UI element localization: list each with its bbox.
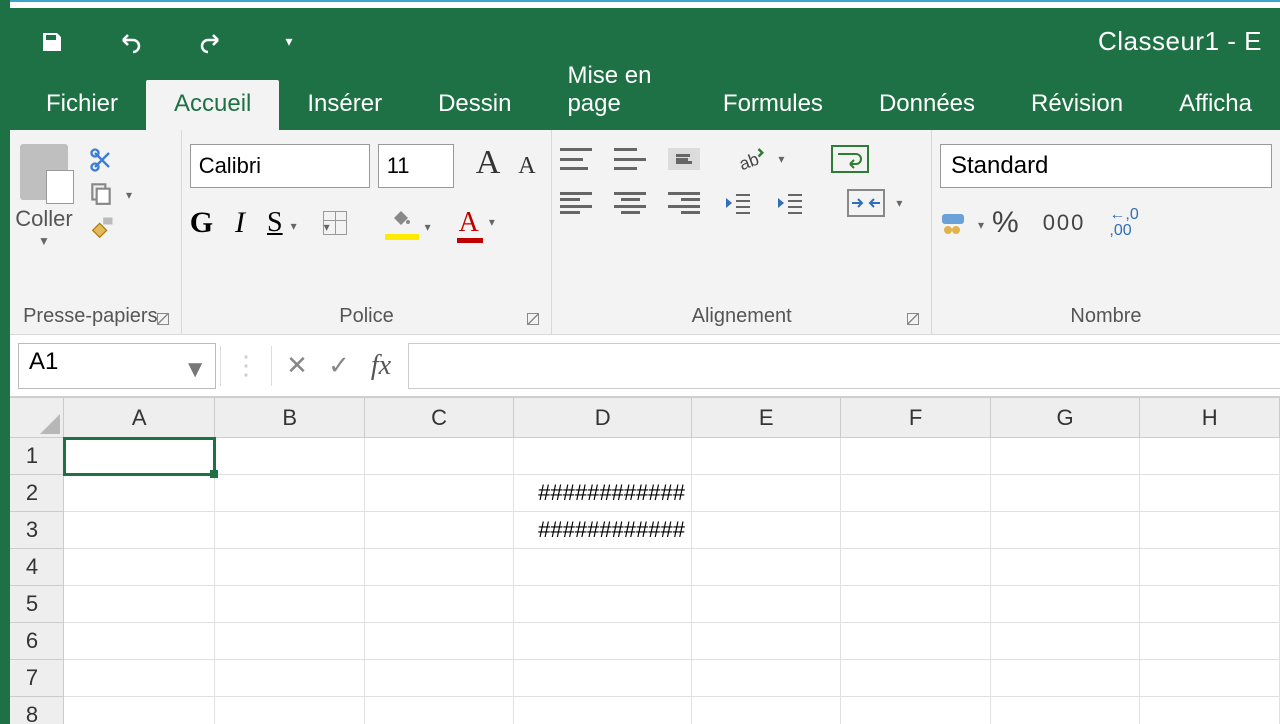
- name-box[interactable]: A1▼: [18, 343, 216, 389]
- cell-D3[interactable]: ############: [514, 512, 692, 549]
- font-color-button[interactable]: A: [459, 207, 479, 239]
- cell-H2[interactable]: [1140, 475, 1280, 512]
- col-header-C[interactable]: C: [364, 398, 513, 438]
- cell-C3[interactable]: [364, 512, 513, 549]
- align-left-button[interactable]: [560, 192, 592, 214]
- col-header-E[interactable]: E: [691, 398, 840, 438]
- cell-A1[interactable]: [64, 438, 215, 475]
- insert-function-button[interactable]: fx: [360, 350, 402, 382]
- bold-button[interactable]: G: [190, 206, 213, 240]
- group-clipboard-label: Presse-papiers: [23, 305, 158, 327]
- wrap-text-button[interactable]: [830, 144, 870, 174]
- align-top-button[interactable]: [560, 148, 592, 170]
- svg-text:ab: ab: [737, 149, 762, 174]
- paste-label: Coller: [15, 206, 72, 231]
- group-align-label: Alignement: [692, 305, 792, 327]
- tab-revision[interactable]: Révision: [1003, 80, 1151, 130]
- tab-formules[interactable]: Formules: [695, 80, 851, 130]
- formula-bar: A1▼ ⋮ ✕ ✓ fx: [0, 335, 1280, 397]
- tab-affichage[interactable]: Afficha: [1151, 80, 1280, 130]
- tab-inserer[interactable]: Insérer: [279, 80, 410, 130]
- redo-icon[interactable]: [198, 30, 222, 54]
- merge-center-button[interactable]: [846, 188, 886, 218]
- percent-button[interactable]: %: [992, 206, 1019, 240]
- cell-E3[interactable]: [691, 512, 840, 549]
- window-title: Classeur1 - E: [1098, 26, 1262, 57]
- font-name-input[interactable]: [190, 144, 370, 188]
- cell-F3[interactable]: [841, 512, 990, 549]
- group-number: % 000 ←,0 ,00 Nombre: [932, 130, 1280, 334]
- clipboard-icon: [20, 144, 68, 200]
- tab-mise-en-page[interactable]: Mise en page: [539, 52, 694, 130]
- orientation-button[interactable]: ab: [734, 144, 768, 174]
- cell-G2[interactable]: [990, 475, 1139, 512]
- cell-A3[interactable]: [64, 512, 215, 549]
- borders-button[interactable]: [323, 211, 347, 235]
- clipboard-launcher[interactable]: [157, 313, 169, 325]
- ribbon-tabs: Fichier Accueil Insérer Dessin Mise en p…: [0, 75, 1280, 130]
- grow-font-button[interactable]: A: [476, 146, 501, 187]
- cell-E1[interactable]: [691, 438, 840, 475]
- group-number-label: Nombre: [1070, 305, 1141, 327]
- tab-dessin[interactable]: Dessin: [410, 80, 539, 130]
- copy-icon[interactable]: [88, 180, 116, 204]
- group-font-label: Police: [339, 305, 393, 327]
- decrease-indent-button[interactable]: [722, 191, 752, 215]
- col-header-A[interactable]: A: [64, 398, 215, 438]
- shrink-font-button[interactable]: A: [518, 146, 535, 187]
- col-header-H[interactable]: H: [1140, 398, 1280, 438]
- cell-F2[interactable]: [841, 475, 990, 512]
- underline-button[interactable]: S: [267, 207, 283, 239]
- italic-button[interactable]: I: [235, 206, 245, 240]
- cell-B1[interactable]: [215, 438, 364, 475]
- save-icon[interactable]: [40, 30, 64, 54]
- cell-F1[interactable]: [841, 438, 990, 475]
- align-right-button[interactable]: [668, 192, 700, 214]
- group-alignment: ab Alignement: [552, 130, 932, 334]
- tab-fichier[interactable]: Fichier: [18, 80, 146, 130]
- increase-indent-button[interactable]: [774, 191, 804, 215]
- spreadsheet-grid: A B C D E F G H 1 2 ############ 3 #####…: [0, 397, 1280, 724]
- cell-G1[interactable]: [990, 438, 1139, 475]
- cell-H1[interactable]: [1140, 438, 1280, 475]
- ribbon: Coller ▼ Presse-papiers: [0, 130, 1280, 335]
- col-header-D[interactable]: D: [514, 398, 692, 438]
- cell-G3[interactable]: [990, 512, 1139, 549]
- qat-customize-icon[interactable]: ▾: [277, 30, 301, 54]
- group-font: A A G I S A Police: [182, 130, 553, 334]
- undo-icon[interactable]: [119, 30, 143, 54]
- fill-color-button[interactable]: [387, 212, 415, 234]
- cell-A2[interactable]: [64, 475, 215, 512]
- format-painter-icon[interactable]: [88, 214, 116, 238]
- align-center-button[interactable]: [614, 192, 646, 214]
- group-clipboard: Coller ▼ Presse-papiers: [0, 130, 182, 334]
- paste-button[interactable]: Coller ▼: [8, 144, 80, 248]
- align-launcher[interactable]: [907, 313, 919, 325]
- tab-donnees[interactable]: Données: [851, 80, 1003, 130]
- formula-input[interactable]: [408, 343, 1280, 389]
- cell-C1[interactable]: [364, 438, 513, 475]
- align-middle-button[interactable]: [614, 148, 646, 170]
- increase-decimal-button[interactable]: ←,0 ,00: [1109, 207, 1138, 239]
- font-size-input[interactable]: [378, 144, 454, 188]
- align-bottom-button[interactable]: [668, 148, 700, 170]
- confirm-entry-button[interactable]: ✓: [318, 350, 360, 381]
- accounting-format-button[interactable]: [940, 210, 968, 236]
- cell-C2[interactable]: [364, 475, 513, 512]
- cell-D1[interactable]: [514, 438, 692, 475]
- cell-B2[interactable]: [215, 475, 364, 512]
- font-launcher[interactable]: [527, 313, 539, 325]
- cell-E2[interactable]: [691, 475, 840, 512]
- col-header-G[interactable]: G: [990, 398, 1139, 438]
- cell-H3[interactable]: [1140, 512, 1280, 549]
- tab-accueil[interactable]: Accueil: [146, 80, 279, 130]
- cancel-entry-button[interactable]: ✕: [276, 350, 318, 381]
- col-header-B[interactable]: B: [215, 398, 364, 438]
- cell-D2[interactable]: ############: [514, 475, 692, 512]
- number-format-select[interactable]: [940, 144, 1272, 188]
- cut-icon[interactable]: [88, 146, 116, 170]
- col-header-F[interactable]: F: [841, 398, 990, 438]
- thousands-button[interactable]: 000: [1043, 210, 1086, 236]
- cell-B3[interactable]: [215, 512, 364, 549]
